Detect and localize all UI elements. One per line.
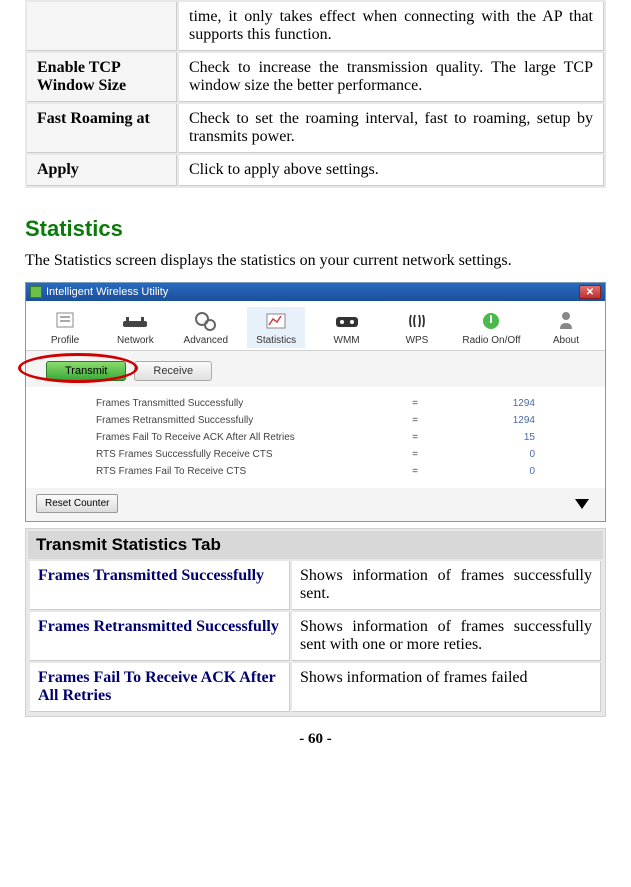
toolbar-statistics[interactable]: Statistics [247, 307, 305, 348]
network-icon [121, 309, 149, 333]
stats-row: RTS Frames Fail To Receive CTS = 0 [96, 463, 535, 480]
transmit-statistics-table: Transmit Statistics Tab Frames Transmitt… [25, 528, 606, 717]
def-desc: Check to increase the transmission quali… [179, 53, 604, 102]
statistics-icon [262, 309, 290, 333]
def-desc: Click to apply above settings. [179, 155, 604, 186]
stat-desc: Shows information of frames failed [292, 663, 601, 712]
toolbar-radio[interactable]: Radio On/Off [458, 307, 524, 348]
chevron-down-icon[interactable] [575, 499, 589, 509]
stats-row: Frames Retransmitted Successfully = 1294 [96, 412, 535, 429]
transmit-table-title: Transmit Statistics Tab [28, 531, 603, 559]
tab-transmit[interactable]: Transmit [46, 361, 126, 381]
close-icon[interactable]: ✕ [579, 285, 601, 299]
tab-row: Transmit Receive [26, 351, 605, 387]
tab-receive[interactable]: Receive [134, 361, 212, 381]
app-screenshot: Intelligent Wireless Utility ✕ Profile N… [25, 282, 606, 522]
toolbar: Profile Network Advanced Statistics WMM … [26, 301, 605, 351]
def-desc: Check to set the roaming interval, fast … [179, 104, 604, 153]
page-number: - 60 - [25, 731, 606, 748]
toolbar-profile[interactable]: Profile [36, 307, 94, 348]
stat-desc: Shows information of frames successfully… [292, 561, 601, 610]
stats-row: RTS Frames Successfully Receive CTS = 0 [96, 446, 535, 463]
stats-row: Frames Fail To Receive ACK After All Ret… [96, 429, 535, 446]
toolbar-advanced[interactable]: Advanced [177, 307, 235, 348]
stat-label: Frames Transmitted Successfully [30, 561, 290, 610]
toolbar-about[interactable]: About [537, 307, 595, 348]
profile-icon [51, 309, 79, 333]
section-intro: The Statistics screen displays the stati… [25, 252, 606, 270]
def-label: Apply [27, 155, 177, 186]
app-icon [30, 286, 42, 298]
wps-icon [403, 309, 431, 333]
toolbar-wmm[interactable]: WMM [318, 307, 376, 348]
stat-desc: Shows information of frames successfully… [292, 612, 601, 661]
def-label [27, 2, 177, 51]
app-title: Intelligent Wireless Utility [46, 286, 168, 298]
stats-row: Frames Transmitted Successfully = 1294 [96, 395, 535, 412]
def-desc: time, it only takes effect when connecti… [179, 2, 604, 51]
toolbar-wps[interactable]: WPS [388, 307, 446, 348]
about-icon [552, 309, 580, 333]
radio-icon [477, 309, 505, 333]
reset-counter-button[interactable]: Reset Counter [36, 494, 118, 513]
toolbar-network[interactable]: Network [106, 307, 164, 348]
def-label: Fast Roaming at [27, 104, 177, 153]
stat-label: Frames Retransmitted Successfully [30, 612, 290, 661]
titlebar: Intelligent Wireless Utility ✕ [26, 283, 605, 301]
stat-label: Frames Fail To Receive ACK After All Ret… [30, 663, 290, 712]
settings-definition-table: time, it only takes effect when connecti… [25, 0, 606, 188]
advanced-icon [192, 309, 220, 333]
wmm-icon [333, 309, 361, 333]
stats-list: Frames Transmitted Successfully = 1294 F… [26, 387, 605, 488]
section-title: Statistics [25, 216, 606, 242]
def-label: Enable TCP Window Size [27, 53, 177, 102]
